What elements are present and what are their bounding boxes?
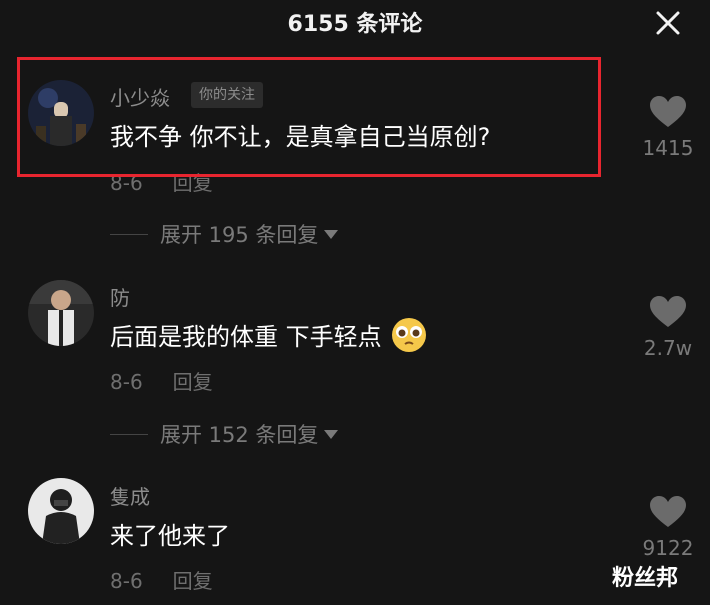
divider-dash <box>110 433 148 435</box>
expand-replies-button[interactable]: 展开 195 条回复 <box>110 219 339 249</box>
reply-button[interactable]: 回复 <box>173 171 213 195</box>
username[interactable]: 隻成 <box>110 481 150 510</box>
pleading-face-emoji-icon <box>391 317 427 359</box>
comment-date: 8-6 <box>110 171 143 195</box>
comment-date: 8-6 <box>110 370 143 394</box>
reply-button[interactable]: 回复 <box>173 370 213 394</box>
expand-replies-label: 展开 152 条回复 <box>160 423 319 447</box>
heart-icon <box>650 296 686 327</box>
expand-replies-button[interactable]: 展开 152 条回复 <box>110 419 339 449</box>
like-button[interactable]: 2.7w <box>640 296 696 360</box>
comment-text: 后面是我的体重 下手轻点 <box>110 317 427 359</box>
comment-meta: 8-6 回复 <box>110 565 213 594</box>
comment-text-body: 后面是我的体重 下手轻点 <box>110 323 382 351</box>
comment-date: 8-6 <box>110 569 143 593</box>
heart-icon <box>650 496 686 527</box>
expand-replies-label: 展开 195 条回复 <box>160 223 319 247</box>
comment-text: 来了他来了 <box>110 522 230 550</box>
username[interactable]: 防 <box>110 282 130 311</box>
divider-dash <box>110 233 148 235</box>
comment-meta: 8-6 回复 <box>110 167 213 196</box>
comment-item: 隻成 来了他来了 8-6 回复 9122 <box>0 0 710 593</box>
comment-meta: 8-6 回复 <box>110 366 213 395</box>
reply-button[interactable]: 回复 <box>173 569 213 593</box>
caret-down-icon <box>324 429 339 439</box>
like-count: 2.7w <box>643 336 693 360</box>
watermark: 粉丝邦 <box>612 566 679 591</box>
caret-down-icon <box>324 229 339 239</box>
like-button[interactable]: 9122 <box>640 496 696 560</box>
avatar[interactable] <box>28 478 94 544</box>
like-count: 9122 <box>642 536 694 560</box>
avatar[interactable] <box>28 280 94 346</box>
